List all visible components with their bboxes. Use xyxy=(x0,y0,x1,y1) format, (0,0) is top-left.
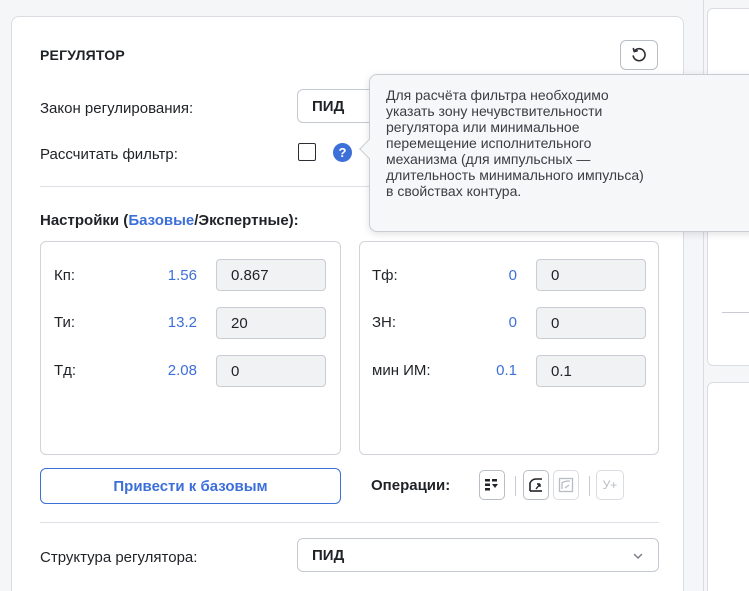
structure-select-value: ПИД xyxy=(312,546,345,564)
tooltip-line: Для расчёта фильтра необходимо xyxy=(386,87,609,103)
refresh-icon xyxy=(632,47,646,62)
y-plus-button[interactable]: У+ xyxy=(596,470,624,500)
step-response-button[interactable] xyxy=(523,470,549,500)
tooltip-line: в свойствах контура. xyxy=(386,183,522,199)
param-input-tf-value: 0 xyxy=(551,266,560,284)
divider-bottom xyxy=(40,522,659,523)
panel-title: РЕГУЛЯТОР xyxy=(40,47,125,63)
param-input-td[interactable]: 0 xyxy=(216,355,326,387)
filter-help-tooltip: Для расчёта фильтра необходимо указать з… xyxy=(359,74,749,232)
settings-title: Настройки (Базовые/Экспертные): xyxy=(40,212,299,229)
param-input-td-value: 0 xyxy=(231,362,240,380)
param-label-ti: Ти: xyxy=(54,314,76,331)
step-response-icon xyxy=(529,478,542,492)
law-select-value: ПИД xyxy=(312,97,345,115)
operations-separator-2 xyxy=(589,476,590,496)
tooltip-line: механизма (для импульсных — xyxy=(386,151,591,167)
param-label-kp: Кп: xyxy=(54,267,76,284)
param-base-tf: 0 xyxy=(508,267,517,284)
sort-filter-icon xyxy=(485,479,498,491)
operations-label: Операции: xyxy=(371,477,451,494)
param-label-td: Тд: xyxy=(54,362,77,379)
reset-to-base-button[interactable]: Привести к базовым xyxy=(40,468,341,504)
law-label: Закон регулирования: xyxy=(40,100,194,117)
param-input-ti[interactable]: 20 xyxy=(216,307,326,339)
settings-prefix: Настройки ( xyxy=(40,212,129,229)
param-input-tf[interactable]: 0 xyxy=(536,259,646,291)
param-input-zn[interactable]: 0 xyxy=(536,307,646,339)
param-base-ti: 13.2 xyxy=(167,314,197,331)
tooltip-line: указать зону нечувствительности xyxy=(386,103,603,119)
param-base-zn: 0 xyxy=(508,314,517,331)
param-label-tf: Тф: xyxy=(372,267,398,284)
structure-select[interactable]: ПИД xyxy=(297,538,659,572)
param-base-kp: 1.56 xyxy=(167,267,197,284)
refresh-button[interactable] xyxy=(620,40,658,70)
param-input-kp[interactable]: 0.867 xyxy=(216,259,326,291)
param-input-min-im-value: 0.1 xyxy=(551,362,572,380)
chevron-down-icon xyxy=(633,553,643,559)
operations-separator xyxy=(515,476,516,496)
settings-expert-link[interactable]: Экспертные xyxy=(198,212,288,229)
tooltip-line: регулятора или минимальное xyxy=(386,119,580,135)
settings-suffix: ): xyxy=(288,212,299,229)
filter-label: Рассчитать фильтр: xyxy=(40,146,178,163)
structure-label: Структура регулятора: xyxy=(40,549,198,566)
param-input-kp-value: 0.867 xyxy=(231,266,269,284)
param-base-td: 2.08 xyxy=(167,362,197,379)
help-icon[interactable]: ? xyxy=(333,143,352,162)
right-panel-tick xyxy=(722,312,749,313)
param-input-zn-value: 0 xyxy=(551,314,560,332)
param-base-min-im: 0.1 xyxy=(496,362,517,379)
chart-disabled-button[interactable] xyxy=(553,470,579,500)
tooltip-line: длительность минимального импульса) xyxy=(386,167,644,183)
tooltip-line: перемещение исполнительного xyxy=(386,135,592,151)
right-panel-bottom xyxy=(707,382,749,591)
param-input-ti-value: 20 xyxy=(231,314,248,332)
param-label-zn: ЗН: xyxy=(372,314,397,331)
filter-checkbox[interactable] xyxy=(298,143,316,161)
operations-menu-button[interactable] xyxy=(479,470,505,500)
settings-basic-link[interactable]: Базовые xyxy=(128,212,194,229)
param-label-min-im: мин ИМ: xyxy=(372,362,431,379)
param-input-min-im[interactable]: 0.1 xyxy=(536,355,646,387)
chart-icon xyxy=(558,477,574,493)
